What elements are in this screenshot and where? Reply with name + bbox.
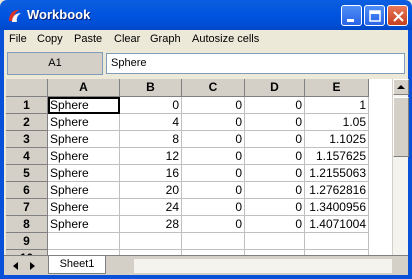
row-header[interactable]: 8: [6, 216, 48, 233]
grid-cell[interactable]: 1: [305, 97, 369, 114]
formula-input[interactable]: Sphere: [106, 53, 405, 74]
grid-cell[interactable]: 1.4071004: [305, 216, 369, 233]
sheet-tab-active[interactable]: Sheet1: [48, 256, 106, 274]
grid-cell[interactable]: Sphere: [48, 97, 120, 114]
grid-cell[interactable]: 0: [245, 216, 305, 233]
column-header[interactable]: E: [305, 79, 369, 97]
menu-graph[interactable]: Graph: [150, 33, 181, 45]
grid-cell[interactable]: 0: [245, 97, 305, 114]
grid-cell[interactable]: 1.3400956: [305, 199, 369, 216]
column-header[interactable]: B: [120, 79, 182, 97]
window-frame-left: [0, 30, 4, 279]
grid-cell[interactable]: 0: [182, 131, 245, 148]
row-header[interactable]: 9: [6, 233, 48, 250]
grid-cell[interactable]: 4: [120, 114, 182, 131]
grid-cell[interactable]: 28: [120, 216, 182, 233]
grid-cell[interactable]: Sphere: [48, 182, 120, 199]
prev-sheet-icon[interactable]: [10, 260, 22, 272]
grid-cell[interactable]: 0: [245, 114, 305, 131]
row-header[interactable]: 6: [6, 182, 48, 199]
scroll-up-button[interactable]: [393, 79, 409, 95]
grid-cell[interactable]: Sphere: [48, 148, 120, 165]
row-header[interactable]: 3: [6, 131, 48, 148]
grid-cell[interactable]: Sphere: [48, 114, 120, 131]
grid-cell[interactable]: 0: [182, 199, 245, 216]
grid-cell[interactable]: 16: [120, 165, 182, 182]
menu-paste[interactable]: Paste: [74, 33, 102, 45]
grid-cell[interactable]: [182, 233, 245, 250]
row-header[interactable]: 5: [6, 165, 48, 182]
menu-clear[interactable]: Clear: [114, 33, 140, 45]
close-button[interactable]: [387, 5, 408, 26]
grid-cell[interactable]: 1.1025: [305, 131, 369, 148]
row-header[interactable]: 4: [6, 148, 48, 165]
grid-cell[interactable]: 12: [120, 148, 182, 165]
grid-cell[interactable]: [245, 233, 305, 250]
spreadsheet-grid[interactable]: A B C D E 1 Sphere 0 0 0 1 2 Sphere 4 0 0 1.05 3 Sphere 8 0 0…: [6, 79, 392, 255]
grid-cell[interactable]: [48, 233, 120, 250]
grid-cell[interactable]: 0: [120, 97, 182, 114]
row-header[interactable]: 2: [6, 114, 48, 131]
sheet-tab-bar: Sheet1: [4, 255, 408, 275]
app-icon: [6, 7, 23, 24]
next-sheet-icon[interactable]: [26, 260, 38, 272]
grid-cell[interactable]: 0: [245, 182, 305, 199]
scroll-thumb[interactable]: [393, 97, 409, 157]
row-header[interactable]: 7: [6, 199, 48, 216]
grid-cell[interactable]: 1.2155063: [305, 165, 369, 182]
grid-cell[interactable]: 1.157625: [305, 148, 369, 165]
column-header[interactable]: C: [182, 79, 245, 97]
menu-copy[interactable]: Copy: [37, 33, 63, 45]
title-bar[interactable]: Workbook: [0, 0, 412, 30]
row-header[interactable]: 1: [6, 97, 48, 114]
grid-cell[interactable]: 1.2762816: [305, 182, 369, 199]
vertical-scrollbar[interactable]: [392, 79, 409, 255]
grid-cell[interactable]: 0: [245, 165, 305, 182]
window-frame-bottom: [0, 275, 412, 279]
grid-cell[interactable]: 0: [182, 148, 245, 165]
grid-cell[interactable]: [120, 233, 182, 250]
menu-file[interactable]: File: [9, 33, 27, 45]
grid-cell[interactable]: 0: [182, 182, 245, 199]
grid-cell[interactable]: Sphere: [48, 199, 120, 216]
horizontal-scrollbar[interactable]: [134, 259, 392, 273]
grid-cell[interactable]: 0: [182, 114, 245, 131]
cell-reference-box[interactable]: A1: [7, 52, 103, 75]
grid-cell[interactable]: 24: [120, 199, 182, 216]
grid-cell[interactable]: 0: [245, 131, 305, 148]
grid-cell[interactable]: [305, 233, 369, 250]
minimize-button[interactable]: [341, 5, 362, 26]
grid-cell[interactable]: Sphere: [48, 216, 120, 233]
grid-cell[interactable]: Sphere: [48, 165, 120, 182]
grid-cell[interactable]: 0: [182, 97, 245, 114]
select-all-corner[interactable]: [6, 79, 48, 97]
grid-cell[interactable]: 20: [120, 182, 182, 199]
grid-cell[interactable]: 0: [245, 199, 305, 216]
column-header[interactable]: D: [245, 79, 305, 97]
grid-cell[interactable]: 8: [120, 131, 182, 148]
grid-cell[interactable]: Sphere: [48, 131, 120, 148]
menu-autosize-cells[interactable]: Autosize cells: [192, 33, 259, 45]
window-title: Workbook: [27, 7, 91, 22]
grid-cell[interactable]: 0: [245, 148, 305, 165]
column-header[interactable]: A: [48, 79, 120, 97]
maximize-button[interactable]: [364, 5, 385, 26]
grid-cell[interactable]: 0: [182, 165, 245, 182]
grid-cell[interactable]: 1.05: [305, 114, 369, 131]
grid-cell[interactable]: 0: [182, 216, 245, 233]
menu-bar: File Copy Paste Clear Graph Autosize cel…: [4, 30, 408, 49]
